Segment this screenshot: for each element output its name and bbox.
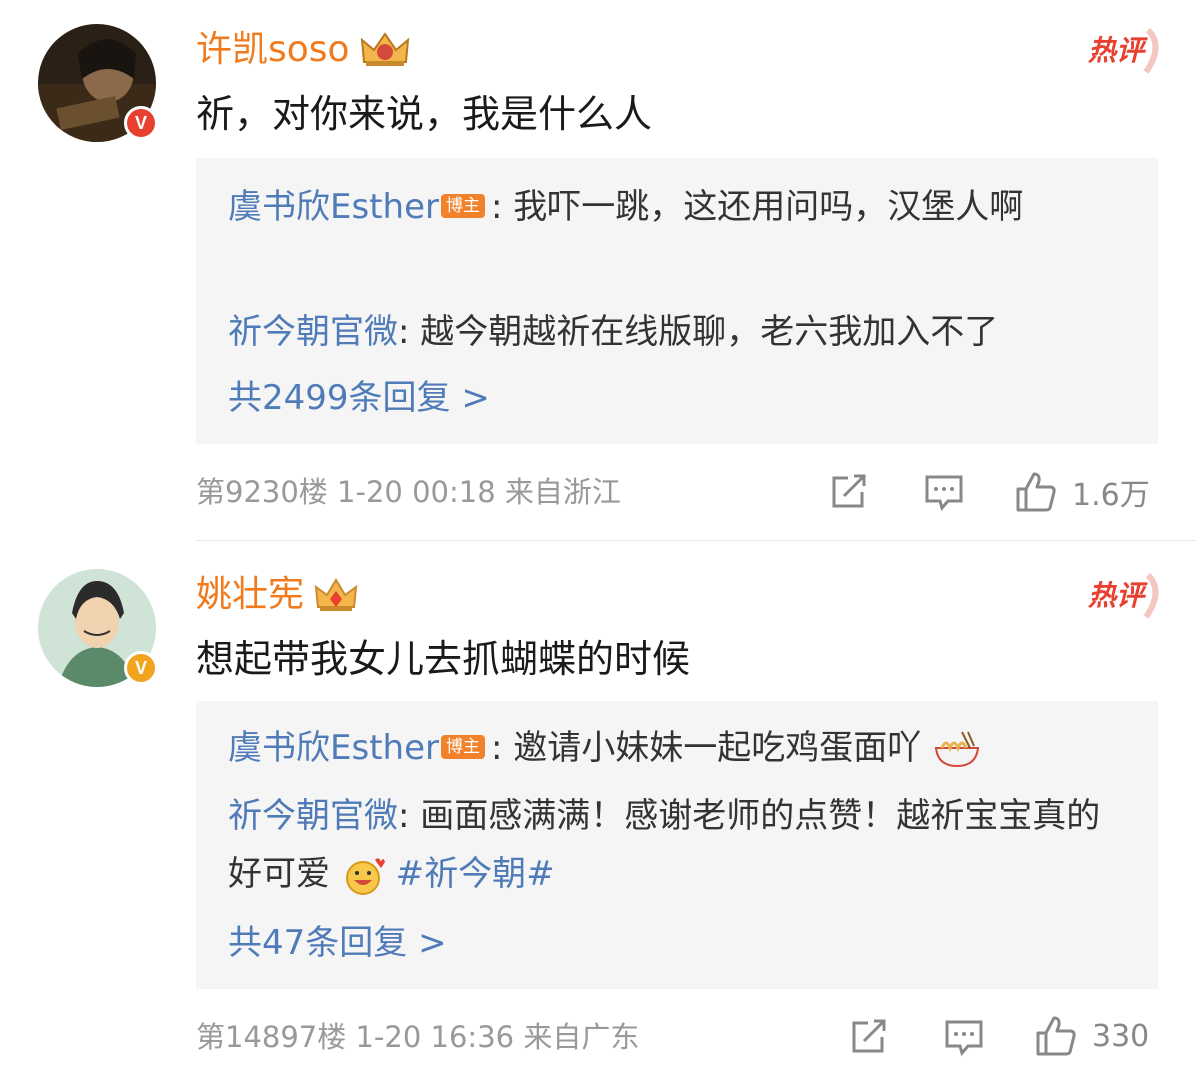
reply-item[interactable]: 祈今朝官微: 画面感满满！感谢老师的点赞！越祈宝宝真的好可爱 #祈今朝#: [228, 787, 1128, 903]
share-icon: [832, 474, 866, 508]
comment-button[interactable]: [924, 474, 964, 512]
like-button[interactable]: 330: [1034, 1015, 1149, 1057]
like-icon: [1036, 1016, 1076, 1056]
like-icon: [1016, 472, 1056, 512]
reply-text: 邀请小妹妹一起吃鸡蛋面吖: [513, 728, 922, 768]
comment-icon: [945, 1020, 983, 1057]
smile-emoji-icon: [345, 857, 385, 895]
noodle-emoji-icon: [934, 731, 980, 767]
comment-icon: [925, 475, 963, 512]
share-button[interactable]: [830, 474, 868, 510]
timestamp: 1-20 00:18: [337, 475, 496, 509]
like-count: 330: [1092, 1018, 1150, 1054]
blogger-tag: 博主: [440, 734, 485, 759]
username[interactable]: 许凯soso: [196, 28, 410, 72]
share-button[interactable]: [850, 1019, 888, 1055]
avatar[interactable]: V: [38, 24, 158, 142]
share-icon: [852, 1019, 886, 1053]
reply-sep: :: [490, 728, 514, 768]
reply-text: 越今朝越祈在线版聊，老六我加入不了: [420, 312, 999, 352]
comment-text: 想起带我女儿去抓蝴蝶的时候: [196, 637, 691, 681]
hot-label: 热评: [1087, 579, 1148, 612]
reply-sep: :: [398, 312, 421, 352]
comment-button[interactable]: [944, 1019, 984, 1057]
verified-icon: V: [124, 651, 158, 685]
comment-meta: 第9230楼 1-20 00:18 来自浙江: [196, 472, 621, 512]
comment-item: V 许凯soso 热评 祈，对你来说，我是什么人 虞书欣Esther 博主: 我吓…: [0, 0, 1196, 540]
location: 来自浙江: [504, 475, 621, 509]
reply-sep: :: [490, 187, 514, 227]
username-text[interactable]: 许凯soso: [196, 28, 350, 72]
verified-icon: V: [124, 106, 158, 140]
crown-icon: [314, 578, 358, 611]
comment-item: V 姚壮宪 热评 想起带我女儿去抓蝴蝶的时候 虞书欣Esther 博主: 邀请小妹…: [0, 541, 1196, 1080]
reply-author[interactable]: 祈今朝官微: [228, 312, 398, 352]
hot-badge: 热评: [1086, 571, 1159, 619]
location: 来自广东: [523, 1020, 640, 1054]
floor-number: 第14897楼: [196, 1020, 347, 1054]
reply-author[interactable]: 祈今朝官微: [228, 796, 398, 836]
avatar[interactable]: V: [38, 569, 158, 687]
more-replies-link[interactable]: 共2499条回复 >: [228, 376, 490, 420]
reply-box[interactable]: 虞书欣Esther 博主: 我吓一跳，这还用问吗，汉堡人啊 祈今朝官微: 越今朝越…: [196, 158, 1158, 444]
like-count: 1.6万: [1072, 478, 1150, 513]
blogger-tag: 博主: [440, 193, 485, 218]
timestamp: 1-20 16:36: [355, 1020, 515, 1054]
floor-number: 第9230楼: [196, 475, 328, 509]
reply-author[interactable]: 虞书欣Esther: [228, 187, 439, 227]
username-text[interactable]: 姚壮宪: [196, 573, 304, 617]
more-replies-link[interactable]: 共47条回复 >: [228, 921, 447, 965]
crown-icon: [360, 32, 409, 66]
hashtag-link[interactable]: #祈今朝#: [396, 854, 555, 894]
reply-text: 我吓一跳，这还用问吗，汉堡人啊: [513, 187, 1024, 227]
reply-item[interactable]: 虞书欣Esther 博主: 我吓一跳，这还用问吗，汉堡人啊: [228, 178, 1128, 236]
hot-label: 热评: [1087, 34, 1148, 67]
reply-box[interactable]: 虞书欣Esther 博主: 邀请小妹妹一起吃鸡蛋面吖 祈今朝官微: 画面感满满！感…: [196, 701, 1158, 989]
reply-item[interactable]: 祈今朝官微: 越今朝越祈在线版聊，老六我加入不了: [228, 303, 1128, 361]
like-button[interactable]: 1.6万: [1014, 470, 1150, 514]
reply-author[interactable]: 虞书欣Esther: [228, 728, 439, 768]
username[interactable]: 姚壮宪: [196, 573, 358, 617]
comment-meta: 第14897楼 1-20 16:36 来自广东: [196, 1017, 639, 1057]
comment-text: 祈，对你来说，我是什么人: [196, 92, 653, 136]
reply-item[interactable]: 虞书欣Esther 博主: 邀请小妹妹一起吃鸡蛋面吖: [228, 719, 1128, 777]
reply-sep: :: [398, 796, 421, 836]
hot-badge: 热评: [1086, 26, 1159, 74]
